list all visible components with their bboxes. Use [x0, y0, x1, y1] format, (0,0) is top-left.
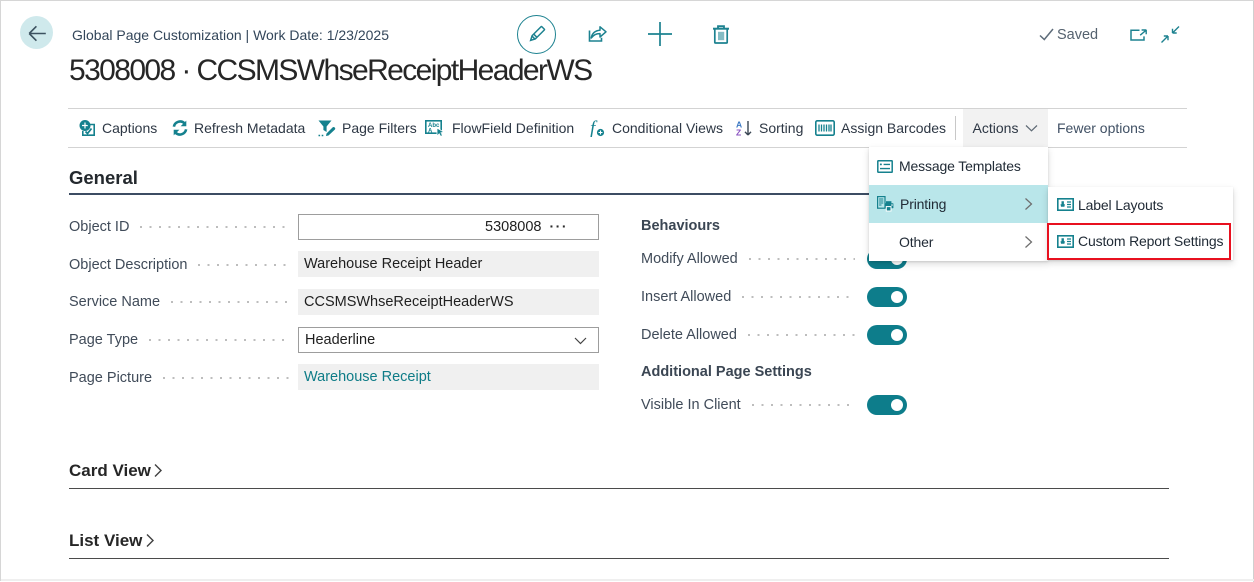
svg-text:Z: Z [736, 127, 741, 137]
svg-text:f: f [590, 120, 598, 137]
svg-text:A: A [428, 128, 433, 134]
